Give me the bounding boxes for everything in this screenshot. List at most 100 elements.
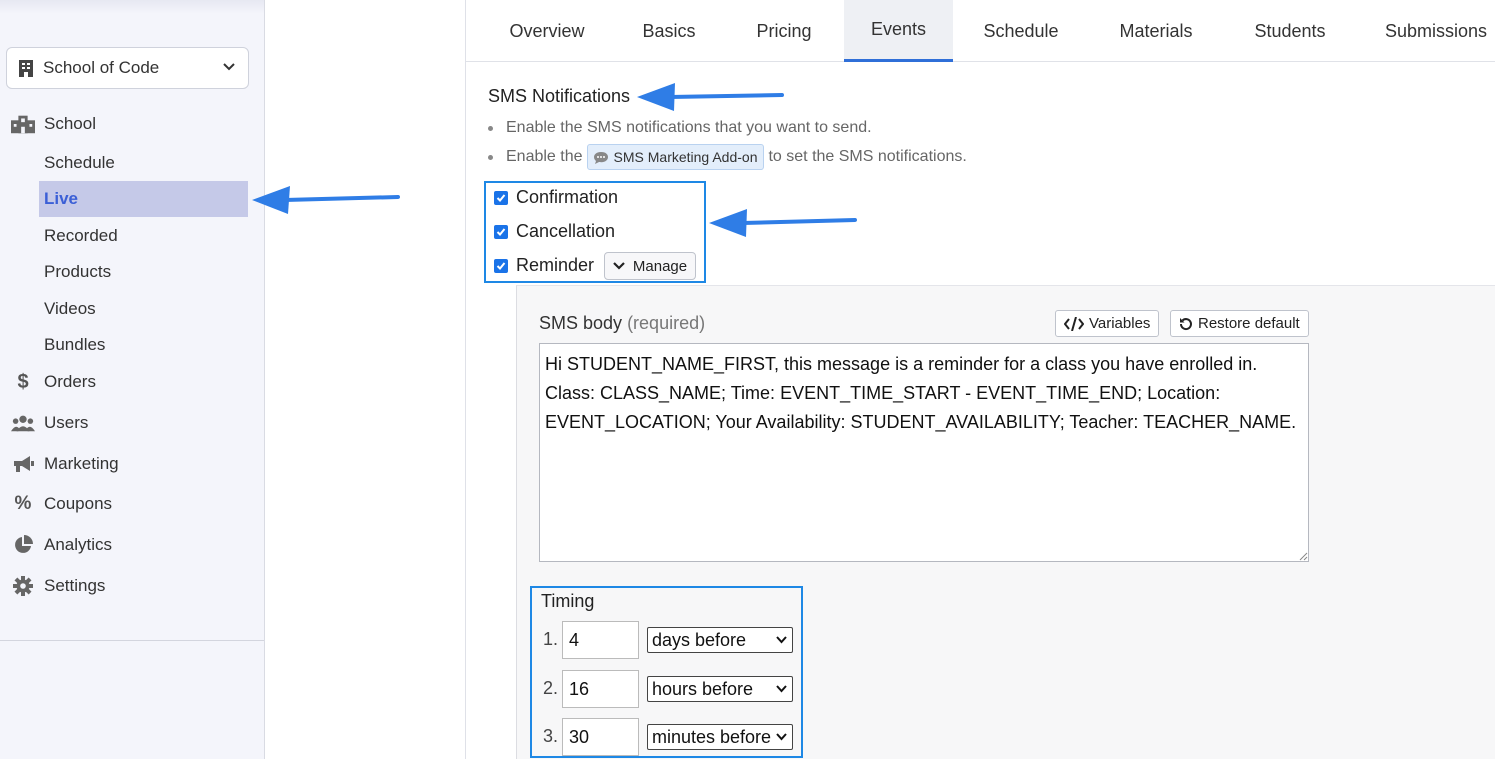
timing-unit-select[interactable]: minutes before xyxy=(647,724,793,750)
timing-row-2: 2. 16 hours before xyxy=(541,670,793,708)
confirmation-checkbox[interactable] xyxy=(494,190,508,205)
cancellation-checkbox[interactable] xyxy=(494,224,508,239)
chevron-down-icon xyxy=(223,63,235,71)
nav-label-settings: Settings xyxy=(44,576,106,595)
timing-label: Timing xyxy=(541,591,595,611)
timing-section: Timing 1. 4 days before 2. 16 hours befo… xyxy=(530,586,803,758)
timing-value: 16 xyxy=(569,678,590,699)
chat-bubble-icon xyxy=(593,151,608,164)
sms-bullet-1: Enable the SMS notifications that you wa… xyxy=(488,119,872,137)
sidebar-item-live[interactable]: Live xyxy=(39,181,248,217)
chevron-down-icon xyxy=(613,262,625,270)
timing-unit: minutes before xyxy=(652,726,772,747)
tab-submissions[interactable]: Submissions xyxy=(1368,0,1495,62)
nav-label-marketing: Marketing xyxy=(44,454,119,473)
sidebar-item-schedule[interactable]: Schedule xyxy=(44,153,115,173)
check-icon xyxy=(496,261,506,270)
timing-value-input[interactable]: 30 xyxy=(562,718,639,756)
pie-chart-icon xyxy=(11,533,35,557)
timing-value: 30 xyxy=(569,726,590,747)
variables-button[interactable]: Variables xyxy=(1055,310,1160,337)
sms-bullet-2: Enable the SMS Marketing Add-on to set t… xyxy=(488,144,967,170)
sms-body-label-text: SMS body xyxy=(539,313,623,333)
sms-addon-badge[interactable]: SMS Marketing Add-on xyxy=(586,144,765,170)
undo-icon xyxy=(1179,317,1192,330)
cancellation-label: Cancellation xyxy=(516,221,616,241)
sidebar-item-products[interactable]: Products xyxy=(44,262,111,282)
nav-label-coupons: Coupons xyxy=(44,494,113,513)
tab-events[interactable]: Events xyxy=(844,0,953,62)
bullet-dot xyxy=(488,125,493,131)
tab-materials[interactable]: Materials xyxy=(1096,0,1216,62)
sms-body-textarea[interactable]: Hi STUDENT_NAME_FIRST, this message is a… xyxy=(539,343,1309,562)
school-icon xyxy=(11,112,35,136)
sidebar-top-shade xyxy=(0,0,264,14)
tab-basics[interactable]: Basics xyxy=(614,0,724,62)
resize-grip-icon[interactable] xyxy=(1299,552,1308,561)
check-icon xyxy=(496,227,506,236)
bullet-dot xyxy=(488,154,493,160)
reminder-label: Reminder xyxy=(516,255,595,275)
sms-bullet-2-pre: Enable the xyxy=(506,148,583,165)
nav-label-analytics: Analytics xyxy=(44,535,113,554)
timing-row-number: 2. xyxy=(543,678,559,698)
main-content: Overview Basics Pricing Events Schedule … xyxy=(466,0,1495,759)
timing-unit: hours before xyxy=(652,678,754,699)
middle-column xyxy=(265,0,466,759)
gear-icon xyxy=(11,574,35,598)
timing-unit: days before xyxy=(652,629,747,650)
variables-button-label: Variables xyxy=(1089,315,1151,332)
tab-students[interactable]: Students xyxy=(1236,0,1344,62)
nav-label-orders: Orders xyxy=(44,372,96,391)
sidebar-item-bundles[interactable]: Bundles xyxy=(44,335,105,355)
reminder-settings-panel: SMS body (required) Variables Restore de… xyxy=(516,285,1495,759)
sms-notifications-title: SMS Notifications xyxy=(488,86,631,106)
chevron-down-icon xyxy=(776,636,787,644)
timing-unit-select[interactable]: hours before xyxy=(647,676,793,702)
megaphone-icon xyxy=(11,452,35,476)
users-icon xyxy=(11,411,35,435)
confirmation-checkbox-row[interactable]: Confirmation xyxy=(494,187,618,208)
timing-unit-select[interactable]: days before xyxy=(647,627,793,653)
confirmation-label: Confirmation xyxy=(516,187,619,207)
check-icon xyxy=(496,193,506,202)
manage-button[interactable]: Manage xyxy=(604,252,696,280)
sms-body-label: SMS body (required) xyxy=(539,313,705,334)
sidebar-divider xyxy=(0,640,264,641)
restore-default-label: Restore default xyxy=(1198,315,1300,332)
sidebar: School of Code School Schedule Live Reco… xyxy=(0,0,265,759)
timing-row-number: 3. xyxy=(543,726,559,746)
reminder-checkbox-row[interactable]: Reminder xyxy=(494,255,594,276)
tab-bar: Overview Basics Pricing Events Schedule … xyxy=(466,0,1495,62)
school-select[interactable]: School of Code xyxy=(6,47,249,89)
reminder-checkbox[interactable] xyxy=(494,258,508,273)
cancellation-checkbox-row[interactable]: Cancellation xyxy=(494,221,615,242)
sms-bullet-1-text: Enable the SMS notifications that you wa… xyxy=(506,119,872,136)
sms-bullet-2-post: to set the SMS notifications. xyxy=(768,148,967,165)
timing-value: 4 xyxy=(569,629,580,650)
sms-addon-label: SMS Marketing Add-on xyxy=(613,149,758,165)
sidebar-item-recorded[interactable]: Recorded xyxy=(44,226,118,246)
timing-value-input[interactable]: 4 xyxy=(562,621,639,659)
building-icon xyxy=(19,59,33,77)
code-icon xyxy=(1064,316,1084,331)
manage-button-label: Manage xyxy=(632,257,688,275)
notification-checkbox-group: Confirmation Cancellation Reminder Manag… xyxy=(484,181,706,283)
tab-schedule[interactable]: Schedule xyxy=(962,0,1080,62)
tab-pricing[interactable]: Pricing xyxy=(728,0,840,62)
sidebar-item-videos[interactable]: Videos xyxy=(44,299,96,319)
tab-overview[interactable]: Overview xyxy=(488,0,606,62)
chevron-down-icon xyxy=(776,733,787,741)
school-select-label: School of Code xyxy=(43,58,160,77)
timing-row-3: 3. 30 minutes before xyxy=(541,718,793,756)
restore-default-button[interactable]: Restore default xyxy=(1170,310,1309,337)
timing-row-number: 1. xyxy=(543,629,559,649)
nav-label-users: Users xyxy=(44,413,89,432)
percent-icon: % xyxy=(14,493,32,514)
chevron-down-icon xyxy=(776,685,787,693)
nav-label-school: School xyxy=(44,114,96,133)
timing-row-1: 1. 4 days before xyxy=(541,621,793,659)
timing-value-input[interactable]: 16 xyxy=(562,670,639,708)
dollar-icon: $ xyxy=(17,370,29,393)
required-hint: (required) xyxy=(627,313,706,333)
